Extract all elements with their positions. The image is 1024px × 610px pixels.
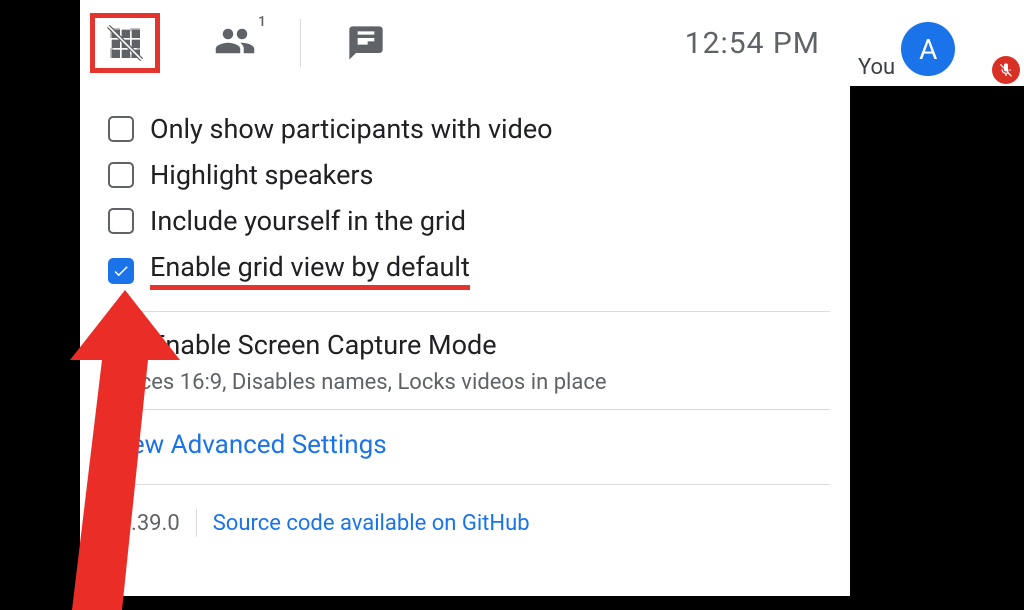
avatar: A (901, 22, 955, 76)
divider (108, 409, 830, 410)
divider (108, 484, 830, 485)
option-label: Highlight speakers (150, 159, 373, 191)
people-button[interactable]: 1 (200, 13, 270, 73)
people-icon (214, 20, 256, 62)
divider (108, 311, 830, 312)
you-label: You (858, 55, 895, 80)
option-label: Enable grid view by default (150, 251, 470, 290)
option-only-video[interactable]: Only show participants with video (108, 106, 830, 152)
clock: 12:54 PM (685, 26, 820, 61)
option-label: Only show participants with video (150, 113, 553, 145)
mic-muted-badge (992, 56, 1020, 84)
checkbox-enable-default[interactable] (108, 258, 134, 284)
chat-button[interactable] (331, 13, 401, 73)
options-section: Only show participants with video Highli… (80, 86, 850, 551)
people-count-badge: 1 (258, 14, 266, 30)
option-highlight[interactable]: Highlight speakers (108, 152, 830, 198)
version-text: v1.39.0 (108, 511, 180, 536)
option-label: Enable Screen Capture Mode (150, 329, 497, 361)
grid-view-off-button[interactable] (90, 13, 160, 73)
checkbox-include-self[interactable] (108, 208, 134, 234)
topbar-divider (300, 19, 301, 67)
screen-capture-help: Forces 16:9, Disables names, Locks video… (108, 370, 830, 395)
checkbox-screen-capture[interactable] (108, 332, 134, 358)
self-tile: You A (850, 0, 1024, 86)
mic-off-icon (998, 62, 1014, 78)
settings-panel: 1 12:54 PM Only show participants with v… (80, 0, 850, 596)
grid-off-icon (105, 23, 145, 63)
github-link[interactable]: Source code available on GitHub (213, 511, 530, 536)
advanced-settings-link[interactable]: View Advanced Settings (108, 430, 387, 460)
footer: v1.39.0 Source code available on GitHub (108, 495, 830, 551)
checkbox-highlight[interactable] (108, 162, 134, 188)
avatar-letter: A (919, 33, 937, 66)
option-include-self[interactable]: Include yourself in the grid (108, 198, 830, 244)
footer-divider (196, 509, 197, 537)
option-label: Include yourself in the grid (150, 205, 466, 237)
option-screen-capture[interactable]: Enable Screen Capture Mode (108, 322, 830, 368)
checkbox-only-video[interactable] (108, 116, 134, 142)
chat-icon (346, 23, 386, 63)
option-enable-default[interactable]: Enable grid view by default (108, 244, 830, 297)
topbar: 1 12:54 PM (80, 0, 850, 86)
